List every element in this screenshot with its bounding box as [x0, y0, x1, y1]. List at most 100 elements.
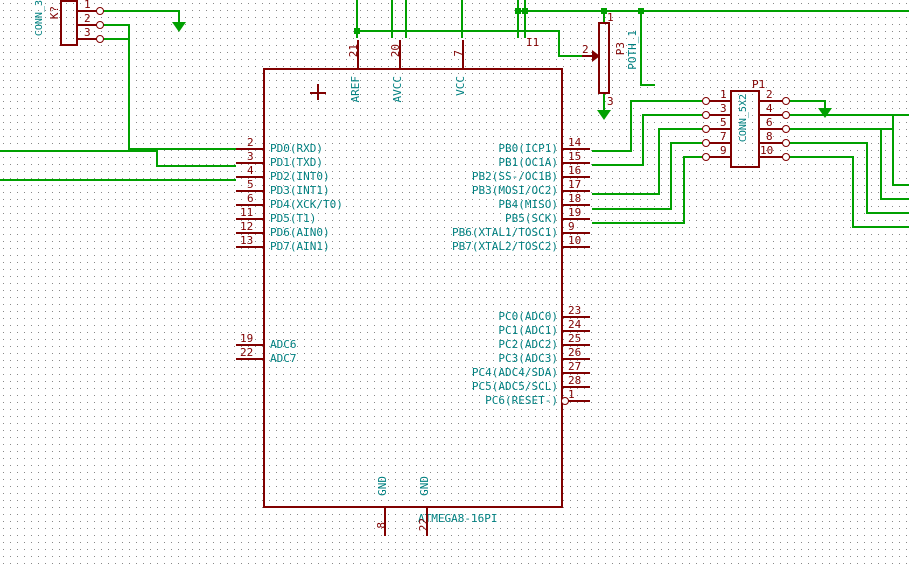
- pin-number: 9: [568, 221, 575, 232]
- wire: [517, 0, 519, 38]
- junction: [354, 28, 360, 34]
- pin-label: ADC6: [270, 339, 297, 350]
- pin-dot: [782, 153, 790, 161]
- pin-number: 20: [390, 44, 401, 57]
- pin-number: 7: [720, 131, 727, 142]
- arrow: [172, 22, 186, 32]
- pin-number: 1: [568, 389, 575, 400]
- wire: [852, 226, 909, 228]
- pin-number: 23: [568, 305, 581, 316]
- pin-number: 12: [240, 221, 253, 232]
- pin-dot: [782, 125, 790, 133]
- conn3-name: CONN_3: [34, 0, 45, 36]
- wire: [784, 128, 894, 130]
- wire: [683, 156, 685, 224]
- wire: [852, 156, 854, 228]
- wire: [892, 184, 909, 186]
- pin-dot: [96, 21, 104, 29]
- pin-number: 2: [582, 44, 589, 55]
- pin-label: AREF: [350, 76, 361, 103]
- wire: [156, 150, 158, 166]
- pin-label: PD4(XCK/T0): [270, 199, 343, 210]
- pin-dot: [96, 35, 104, 43]
- pin-label: PD0(RXD): [270, 143, 323, 154]
- pin-number: 8: [376, 522, 387, 529]
- wire: [670, 142, 672, 210]
- wire: [524, 0, 526, 38]
- pin-number: 19: [568, 207, 581, 218]
- pin-dot: [782, 111, 790, 119]
- pin-label: PD2(INT0): [270, 171, 330, 182]
- wire: [128, 38, 130, 55]
- wire: [391, 0, 393, 38]
- wire: [592, 164, 644, 166]
- pin-number: 11: [240, 207, 253, 218]
- pin-label: PD7(AIN1): [270, 241, 330, 252]
- pin-number: 10: [760, 145, 773, 156]
- pin-number: 3: [607, 96, 614, 107]
- pin-dot: [702, 111, 710, 119]
- wire: [866, 212, 909, 214]
- pin-label: PB2(SS-/OC1B): [472, 171, 558, 182]
- pin-dot: [702, 125, 710, 133]
- pot-name: POTH_1: [626, 30, 639, 70]
- wire: [640, 10, 642, 86]
- pin-label: PB0(ICP1): [498, 143, 558, 154]
- wire: [642, 114, 644, 166]
- wire: [784, 156, 854, 158]
- junction: [515, 8, 521, 14]
- pin-label: PD6(AIN0): [270, 227, 330, 238]
- pin-number: 3: [84, 27, 91, 38]
- pin-label: AVCC: [392, 76, 403, 103]
- wire: [592, 193, 660, 195]
- pin-number: 24: [568, 319, 581, 330]
- pin-number: 22: [240, 347, 253, 358]
- wire: [592, 150, 632, 152]
- conn5x2-name: CONN_5X2: [738, 94, 749, 142]
- wire: [461, 0, 463, 38]
- pin-number: 5: [720, 117, 727, 128]
- pin-label: PC4(ADC4/SDA): [472, 367, 558, 378]
- pin-label: PC0(ADC0): [498, 311, 558, 322]
- pin-number: 13: [240, 235, 253, 246]
- wire: [592, 208, 672, 210]
- pin-number: 8: [766, 131, 773, 142]
- pin-label: PC3(ADC3): [498, 353, 558, 364]
- pin-label: PD1(TXD): [270, 157, 323, 168]
- pin-number: 16: [568, 165, 581, 176]
- pin-number: 15: [568, 151, 581, 162]
- wire: [892, 114, 894, 184]
- pin-label: PC1(ADC1): [498, 325, 558, 336]
- wire: [658, 128, 706, 130]
- pin-number: 18: [568, 193, 581, 204]
- wire: [128, 148, 236, 150]
- inversion-bubble: [561, 397, 569, 405]
- wire: [405, 0, 407, 38]
- wire: [592, 222, 685, 224]
- wire: [100, 24, 130, 26]
- pin-dot: [782, 97, 790, 105]
- wire: [356, 30, 560, 32]
- pin-number: 6: [247, 193, 254, 204]
- pin-number: 3: [720, 103, 727, 114]
- wire: [784, 142, 868, 144]
- orientation-mark: [317, 84, 319, 100]
- pin-label: PD3(INT1): [270, 185, 330, 196]
- pin-dot: [702, 139, 710, 147]
- pin-number: 22: [418, 518, 429, 531]
- pin-number: 26: [568, 347, 581, 358]
- wire: [880, 198, 909, 200]
- pin-number: 1: [720, 89, 727, 100]
- wire: [784, 114, 909, 116]
- pin-number: 10: [568, 235, 581, 246]
- pin-label: PB4(MISO): [498, 199, 558, 210]
- wire: [0, 150, 156, 152]
- pin-dot: [96, 7, 104, 15]
- pin-number: 1: [84, 0, 91, 10]
- pin-dot: [702, 153, 710, 161]
- wire: [670, 142, 706, 144]
- pin-number: 14: [568, 137, 581, 148]
- ic-atmega8: [263, 68, 563, 508]
- pin-label: PC6(RESET-): [485, 395, 558, 406]
- pin-number: 4: [247, 165, 254, 176]
